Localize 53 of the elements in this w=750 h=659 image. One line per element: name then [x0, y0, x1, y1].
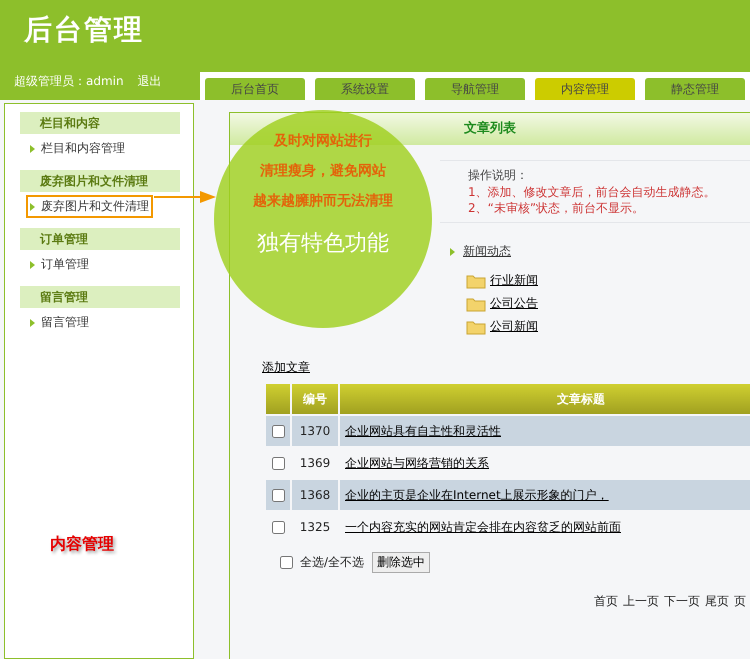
logo-text: 后台管理	[24, 12, 144, 48]
sidebar-item[interactable]: 废弃图片和文件清理	[26, 195, 153, 218]
row-checkbox[interactable]	[272, 456, 285, 470]
table-cell-text: 1369	[298, 455, 332, 472]
table-cell: 1368	[292, 480, 338, 510]
nav-tab[interactable]: 内容管理	[535, 78, 635, 100]
section-label: 内容管理	[50, 534, 115, 555]
header-cell: 编号	[292, 384, 338, 414]
sidebar-item[interactable]: 栏目和内容管理	[26, 137, 129, 160]
pagination-link[interactable]: 页	[734, 593, 746, 610]
arrow-icon	[154, 190, 216, 204]
delete-button[interactable]: 删除选中	[372, 552, 430, 573]
row-checkbox[interactable]	[272, 424, 285, 438]
nav-tab[interactable]: 系统设置	[315, 78, 415, 100]
table-cell: 1370	[292, 416, 338, 446]
tree-node[interactable]: 新闻动态	[450, 243, 511, 260]
nav-tab[interactable]: 导航管理	[425, 78, 525, 100]
select-all-label: 全选/全不选	[300, 554, 364, 571]
folder-icon	[466, 296, 486, 312]
category-link[interactable]: 行业新闻	[490, 272, 538, 289]
add-article-link[interactable]: 添加文章	[262, 359, 310, 376]
sidebar-item[interactable]: 订单管理	[26, 253, 93, 276]
header-cell	[266, 384, 290, 414]
pagination-link[interactable]: 下一页	[664, 593, 700, 610]
instruction-text: 1、添加、修改文章后，前台会自动生成静态。	[468, 184, 717, 200]
pagination-link[interactable]: 首页	[594, 593, 618, 610]
folder-icon	[466, 272, 486, 288]
article-link[interactable]: 一个内容充实的网站肯定会排在内容贫乏的网站前面	[345, 520, 621, 534]
select-all-checkbox[interactable]	[280, 556, 293, 569]
nav-tab[interactable]: 静态管理	[645, 78, 745, 100]
sidebar-item[interactable]: 留言管理	[26, 311, 93, 334]
sidebar-group-title: 栏目和内容	[20, 112, 180, 134]
instructions-title: 操作说明：	[468, 167, 529, 184]
article-link[interactable]: 企业网站与网络营销的关系	[345, 456, 489, 470]
nav-tab[interactable]: 后台首页	[205, 78, 305, 100]
header-cell: 文章标题	[340, 384, 750, 414]
callout-text: 清理瘦身，避免网站	[260, 162, 386, 181]
user-label: 超级管理员：admin	[14, 73, 124, 90]
sidebar-group-title: 留言管理	[20, 286, 180, 308]
category-link[interactable]: 公司公告	[490, 295, 538, 312]
callout-text: 越来越臃肿而无法清理	[253, 192, 393, 211]
sidebar-group-title: 废弃图片和文件清理	[20, 170, 180, 192]
pagination-link[interactable]: 尾页	[705, 593, 729, 610]
category-link[interactable]: 公司新闻	[490, 318, 538, 335]
instruction-text: 2、“未审核”状态，前台不显示。	[468, 200, 646, 216]
row-checkbox[interactable]	[272, 488, 285, 502]
sidebar-group-title: 订单管理	[20, 228, 180, 250]
row-checkbox[interactable]	[272, 520, 285, 534]
article-link[interactable]: 企业网站具有自主性和灵活性	[345, 424, 501, 438]
folder-icon	[466, 318, 486, 334]
callout-title: 独有特色功能	[257, 230, 389, 258]
pagination-link[interactable]: 上一页	[623, 593, 659, 610]
table-cell-text: 1325	[298, 519, 332, 536]
